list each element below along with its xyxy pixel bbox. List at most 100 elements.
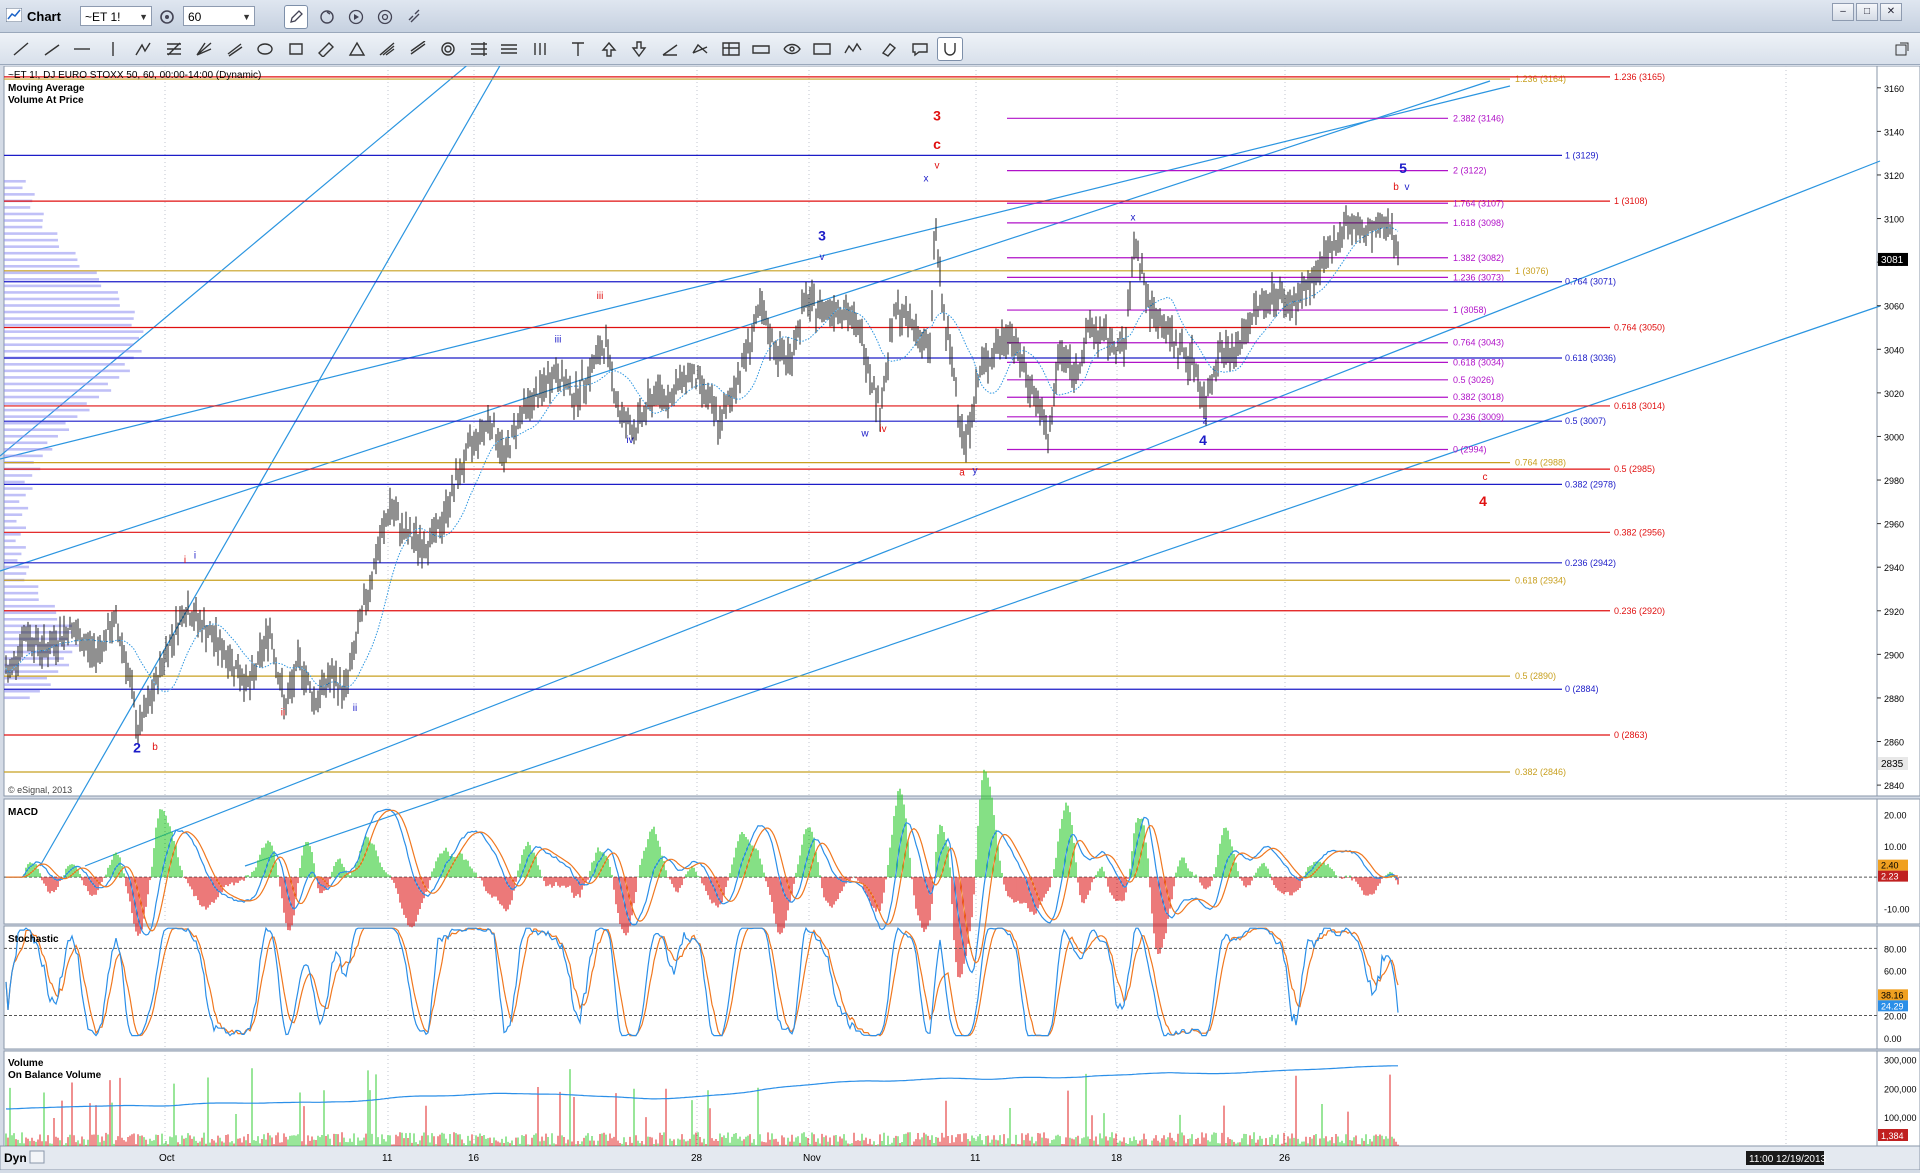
blue-level-label: 1 (3129) <box>1565 150 1599 160</box>
wave-label: iv <box>626 435 633 446</box>
fib-time-tool-button[interactable] <box>496 37 522 61</box>
volume-at-price-bar <box>4 683 51 686</box>
ray-tool-button[interactable] <box>39 37 65 61</box>
volume-at-price-bar <box>4 546 26 549</box>
stoch-value: 24.29 <box>1881 1001 1904 1011</box>
eye-tool-button[interactable] <box>779 37 805 61</box>
purple-level-label: 2 (3122) <box>1453 166 1487 176</box>
pitchfork-tool-button[interactable] <box>130 37 156 61</box>
link-button[interactable] <box>402 5 426 29</box>
detach-window-button[interactable] <box>1890 37 1914 61</box>
trend-angle-tool-icon <box>662 44 677 56</box>
interval-select[interactable]: 60 ▼ <box>183 6 255 26</box>
symbol-select[interactable]: ~ET 1! ▼ <box>80 6 152 26</box>
fib-ext-tool-button[interactable] <box>466 37 492 61</box>
maximize-button[interactable]: □ <box>1856 3 1878 21</box>
speed-line-tool-button[interactable] <box>687 37 713 61</box>
purple-level-label: 1.764 (3107) <box>1453 198 1504 208</box>
at-button[interactable] <box>373 5 397 29</box>
close-button[interactable]: ✕ <box>1880 3 1902 21</box>
y-tick-label: 2980 <box>1884 476 1904 486</box>
text-tool-button[interactable] <box>565 37 591 61</box>
wave-label: iii <box>555 335 562 346</box>
speed-line-tool-icon <box>692 43 708 54</box>
gold-level-label: 1 (3076) <box>1515 266 1549 276</box>
fib-fan-tool-button[interactable] <box>191 37 217 61</box>
volume-title: Volume <box>8 1058 44 1069</box>
volume-at-price-bar <box>4 232 58 235</box>
bars-tool-button[interactable] <box>527 37 553 61</box>
x-tick-label: 26 <box>1279 1153 1291 1164</box>
play-button[interactable] <box>344 5 368 29</box>
gold-level-label: 0.764 (2988) <box>1515 458 1566 468</box>
comment-tool-button[interactable] <box>907 37 933 61</box>
parallel-channel-tool-glyph <box>227 43 242 57</box>
comment-tool-icon <box>911 43 928 57</box>
minimize-button[interactable]: – <box>1832 3 1854 21</box>
fib-retrace-tool-button[interactable] <box>161 37 187 61</box>
magnet-tool-button[interactable] <box>937 37 963 61</box>
elliott-tool-glyph <box>843 42 862 54</box>
fib-retrace-tool-glyph <box>166 42 181 56</box>
line-tool-button[interactable] <box>8 37 34 61</box>
volume-at-price-bar <box>4 206 31 209</box>
pti-tool-button[interactable] <box>809 37 835 61</box>
volume-at-price-bar <box>4 604 55 608</box>
mob-tool-button[interactable] <box>748 37 774 61</box>
volume-at-price-bar <box>4 434 58 438</box>
drawing-toolbar <box>0 33 1920 65</box>
eraser-tool-button[interactable] <box>876 37 902 61</box>
y-tick-label: 3040 <box>1884 345 1904 355</box>
y-tick-label: 2920 <box>1884 607 1904 617</box>
cycle-tool-icon <box>441 42 455 56</box>
x-tick-label: Oct <box>159 1153 175 1164</box>
symbol-settings-button[interactable] <box>156 6 178 28</box>
fib-retrace-tool-icon <box>166 42 181 56</box>
red-level-label: 0.382 (2956) <box>1614 527 1665 537</box>
rectangle-tool-button[interactable] <box>283 37 309 61</box>
volume-at-price-bar <box>4 696 30 700</box>
chart-app-icon <box>5 7 23 23</box>
chart-area[interactable]: 1.236 (3164) 1 (3076) 0.764 (2988) 0.618 (2… <box>0 0 1920 1171</box>
line-tool-glyph <box>13 42 29 56</box>
comment-tool-glyph <box>911 43 928 57</box>
y-tick-label: 2840 <box>1884 781 1904 791</box>
red-level-label: 0 (2863) <box>1614 730 1648 740</box>
cycle-tool-button[interactable] <box>435 37 461 61</box>
line-tool-icon <box>13 42 29 56</box>
dyn-toggle-icon <box>29 1150 45 1164</box>
date-box-text: 11:00 12/19/2013 <box>1749 1154 1827 1165</box>
volume-at-price-bar <box>4 310 135 314</box>
wave-label: i <box>184 555 186 566</box>
draw-mode-button[interactable] <box>284 5 308 29</box>
overlay-label: Volume At Price <box>8 95 84 106</box>
arrow-up-tool-button[interactable] <box>596 37 622 61</box>
chart-svg[interactable]: 1.236 (3164) 1 (3076) 0.764 (2988) 0.618 (2… <box>0 0 1920 1171</box>
parallel-channel-tool-button[interactable] <box>222 37 248 61</box>
vol-panel-bg <box>3 1050 1878 1147</box>
fib-fan-tool-glyph <box>196 42 212 56</box>
gann-tool-button[interactable] <box>374 37 400 61</box>
volume-at-price-bar <box>4 474 33 477</box>
ruler-tool-button[interactable] <box>313 37 339 61</box>
volume-at-price-bar <box>4 193 35 196</box>
grid-tool-button[interactable] <box>718 37 744 61</box>
vertical-line-tool-button[interactable] <box>100 37 126 61</box>
arrow-down-tool-button[interactable] <box>626 37 652 61</box>
refresh-button[interactable] <box>315 5 339 29</box>
stoch-title: Stochastic <box>8 934 59 945</box>
ellipse-tool-glyph <box>257 43 273 55</box>
horizontal-line-tool-button[interactable] <box>69 37 95 61</box>
triangle-tool-button[interactable] <box>344 37 370 61</box>
wave-label: v <box>820 252 825 263</box>
ellipse-tool-button[interactable] <box>252 37 278 61</box>
volume-at-price-bar <box>4 389 112 392</box>
volume-at-price-bar <box>4 493 26 497</box>
stoch-y-tick: 20.00 <box>1884 1011 1907 1021</box>
y-tick-label: 3100 <box>1884 215 1904 225</box>
gold-level-label: 0.618 (2934) <box>1515 575 1566 585</box>
regression-tool-button[interactable] <box>405 37 431 61</box>
elliott-tool-button[interactable] <box>840 37 866 61</box>
wave-label: iii <box>597 291 604 302</box>
trend-angle-tool-button[interactable] <box>657 37 683 61</box>
